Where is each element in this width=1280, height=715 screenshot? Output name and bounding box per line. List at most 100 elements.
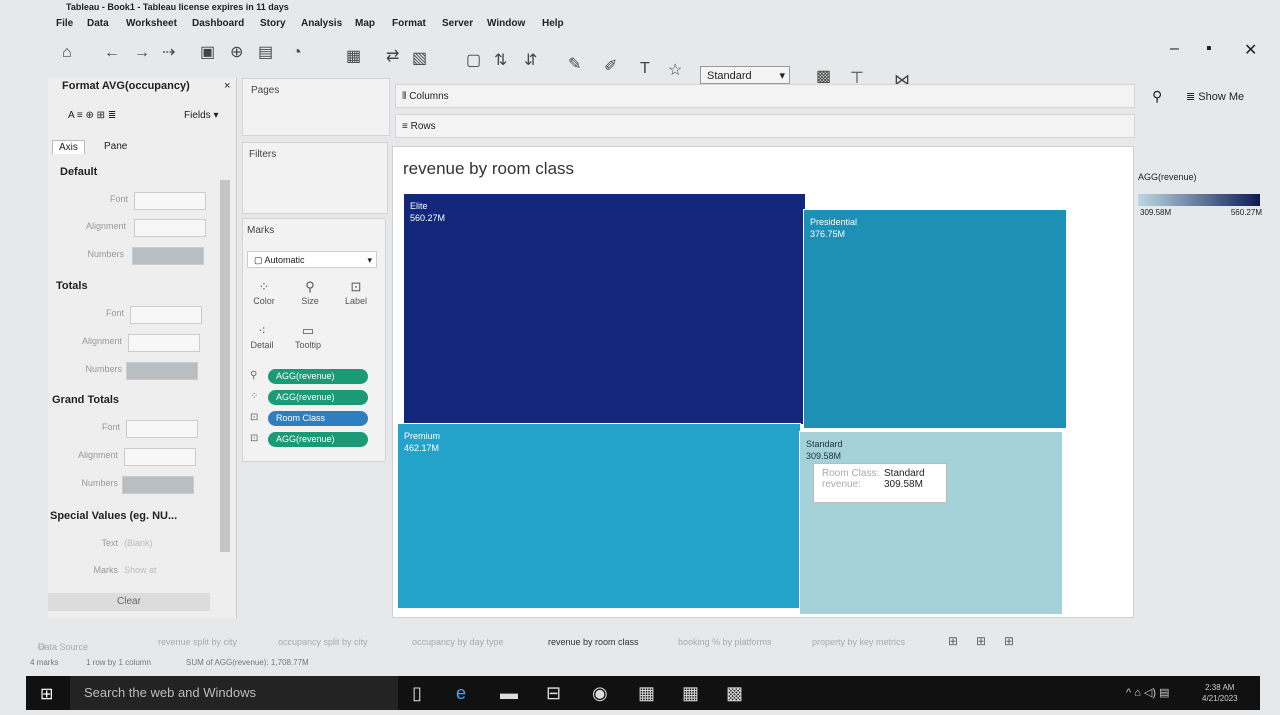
treemap-label-value: 560.27M — [410, 213, 446, 223]
minimize-icon[interactable]: – — [1170, 40, 1179, 58]
new-sheet-icon[interactable]: ⊞ — [948, 634, 958, 648]
save-icon[interactable]: ▣ — [200, 44, 215, 62]
task-view-icon[interactable]: ▯ — [412, 683, 422, 704]
pause-updates-icon[interactable]: ◔ — [292, 44, 302, 62]
mark-type-select[interactable]: ▢ Automatic ▾ — [247, 251, 377, 268]
sheet-tabs: ⛁ Data Source revenue split by city occu… — [0, 632, 1280, 654]
default-font-select[interactable] — [134, 192, 206, 210]
size-button[interactable]: ⚲ Size — [290, 278, 330, 314]
taskbar-search[interactable]: Search the web and Windows — [70, 676, 398, 710]
pill-label-revenue[interactable]: AGG(revenue) — [268, 432, 368, 447]
special-text-value[interactable]: (Blank) — [124, 538, 153, 548]
label-button[interactable]: ⊡ Label — [336, 278, 376, 314]
grand-totals-alignment-select[interactable] — [124, 448, 196, 466]
sort-descending-icon[interactable]: ⇵ — [524, 52, 537, 70]
default-numbers-select[interactable] — [132, 247, 204, 265]
app-icon[interactable]: ▦ — [638, 683, 655, 704]
new-worksheet-icon[interactable]: ▤ — [258, 44, 273, 62]
format-tool-icons[interactable]: A ≡ ⊕ ⊞ ≣ — [68, 110, 116, 121]
treemap-cell-elite[interactable]: Elite 560.27M — [403, 193, 806, 425]
swap-icon[interactable]: ⇄ — [386, 48, 399, 66]
new-dashboard-icon[interactable]: ⊞ — [976, 634, 986, 648]
menu-story[interactable]: Story — [260, 18, 286, 29]
app-icon[interactable]: ▦ — [682, 683, 699, 704]
new-story-icon[interactable]: ⊞ — [1004, 634, 1014, 648]
undo-icon[interactable]: ← — [104, 44, 120, 62]
default-alignment-select[interactable] — [134, 219, 206, 237]
system-tray-icons[interactable]: ^ ⌂ ◁) ▤ — [1126, 686, 1170, 699]
menu-data[interactable]: Data — [87, 18, 109, 29]
file-explorer-icon[interactable]: ▬ — [500, 683, 518, 704]
menu-help[interactable]: Help — [542, 18, 564, 29]
treemap-cell-presidential[interactable]: Presidential 376.75M — [803, 209, 1067, 429]
grand-totals-numbers-select[interactable] — [122, 476, 194, 494]
tooltip-button[interactable]: ▭ Tooltip — [288, 322, 328, 358]
color-legend[interactable]: AGG(revenue) 309.58M 560.27M — [1138, 172, 1268, 220]
filters-card[interactable]: Filters — [242, 142, 388, 214]
home-icon[interactable]: ⌂ — [62, 44, 72, 62]
format-pane-scrollbar[interactable] — [220, 180, 230, 552]
tooltip-room-class-label: Room Class: — [822, 468, 880, 479]
store-icon[interactable]: ⊟ — [546, 683, 561, 704]
sort-ascending-icon[interactable]: ⇅ — [494, 52, 507, 70]
close-window-icon[interactable]: ✕ — [1244, 40, 1257, 60]
sheet-tab[interactable]: property by key metrics — [812, 637, 905, 647]
pin-panel-icon[interactable]: ⚲ — [1152, 88, 1162, 105]
filters-label: Filters — [249, 149, 277, 160]
menu-analysis[interactable]: Analysis — [301, 18, 342, 29]
menu-worksheet[interactable]: Worksheet — [126, 18, 177, 29]
menu-file[interactable]: File — [56, 18, 73, 29]
sheet-tab[interactable]: occupancy by day type — [412, 637, 504, 647]
group-icon[interactable]: ▢ — [466, 52, 481, 70]
grand-totals-font-select[interactable] — [126, 420, 198, 438]
menu-server[interactable]: Server — [442, 18, 473, 29]
replay-icon[interactable]: ⇢ — [162, 44, 175, 62]
detail-button[interactable]: ⁖ Detail — [242, 322, 282, 358]
menu-window[interactable]: Window — [487, 18, 525, 29]
fields-dropdown[interactable]: Fields ▾ — [184, 110, 218, 121]
chevron-down-icon: ▾ — [779, 70, 785, 82]
sheet-tab-active[interactable]: revenue by room class — [548, 637, 639, 647]
rows-shelf[interactable]: ≡ Rows — [395, 114, 1135, 138]
sheet-tab[interactable]: revenue split by city — [158, 637, 237, 647]
worksheet-view: revenue by room class Elite 560.27M Presid… — [392, 146, 1134, 618]
close-icon[interactable]: × — [224, 80, 230, 92]
show-mark-labels-icon[interactable]: T — [640, 60, 650, 78]
clear-sheet-icon[interactable]: ▧ — [412, 50, 427, 68]
highlight-icon[interactable]: ✎ — [568, 56, 581, 74]
pages-card[interactable]: Pages — [242, 78, 390, 136]
chrome-icon[interactable]: ◉ — [592, 683, 608, 704]
pill-size-revenue[interactable]: AGG(revenue) — [268, 369, 368, 384]
tab-axis[interactable]: Axis — [52, 140, 85, 154]
menu-dashboard[interactable]: Dashboard — [192, 18, 244, 29]
color-button[interactable]: ⁘ Color — [244, 278, 284, 314]
menu-format[interactable]: Format — [392, 18, 426, 29]
columns-shelf[interactable]: ⦀ Columns — [395, 84, 1135, 108]
tab-pane[interactable]: Pane — [98, 140, 133, 153]
format-brush-icon[interactable]: ✐ — [604, 58, 617, 76]
show-me-icon: ≣ — [1186, 91, 1199, 103]
menu-map[interactable]: Map — [355, 18, 375, 29]
fit-select[interactable]: Standard ▾ — [700, 66, 790, 84]
taskbar-clock[interactable]: 2:38 AM 4/21/2023 — [1202, 682, 1238, 704]
maximize-icon[interactable]: ▪ — [1206, 40, 1212, 58]
sheet-tab[interactable]: booking % by platforms — [678, 637, 772, 647]
sheet-tab[interactable]: occupancy split by city — [278, 637, 368, 647]
special-marks-value[interactable]: Show at — [124, 565, 157, 575]
show-cards-icon[interactable]: ▦ — [346, 48, 361, 66]
totals-alignment-select[interactable] — [128, 334, 200, 352]
windows-start-icon[interactable]: ⊞ — [40, 684, 53, 704]
totals-numbers-select[interactable] — [126, 362, 198, 380]
treemap-cell-standard[interactable]: Standard 309.58M — [799, 431, 1063, 615]
tableau-icon[interactable]: ▩ — [726, 683, 743, 704]
new-data-source-icon[interactable]: ⊕ — [230, 44, 243, 62]
pill-label-room-class[interactable]: Room Class — [268, 411, 368, 426]
clear-button[interactable]: Clear — [48, 593, 210, 611]
show-me-button[interactable]: ≣ Show Me — [1186, 90, 1244, 103]
pill-color-revenue[interactable]: AGG(revenue) — [268, 390, 368, 405]
totals-font-select[interactable] — [130, 306, 202, 324]
edge-icon[interactable]: e — [456, 683, 466, 704]
redo-icon[interactable]: → — [134, 44, 150, 62]
treemap-cell-premium[interactable]: Premium 462.17M — [397, 423, 801, 609]
pin-icon[interactable]: ☆ — [668, 62, 682, 80]
